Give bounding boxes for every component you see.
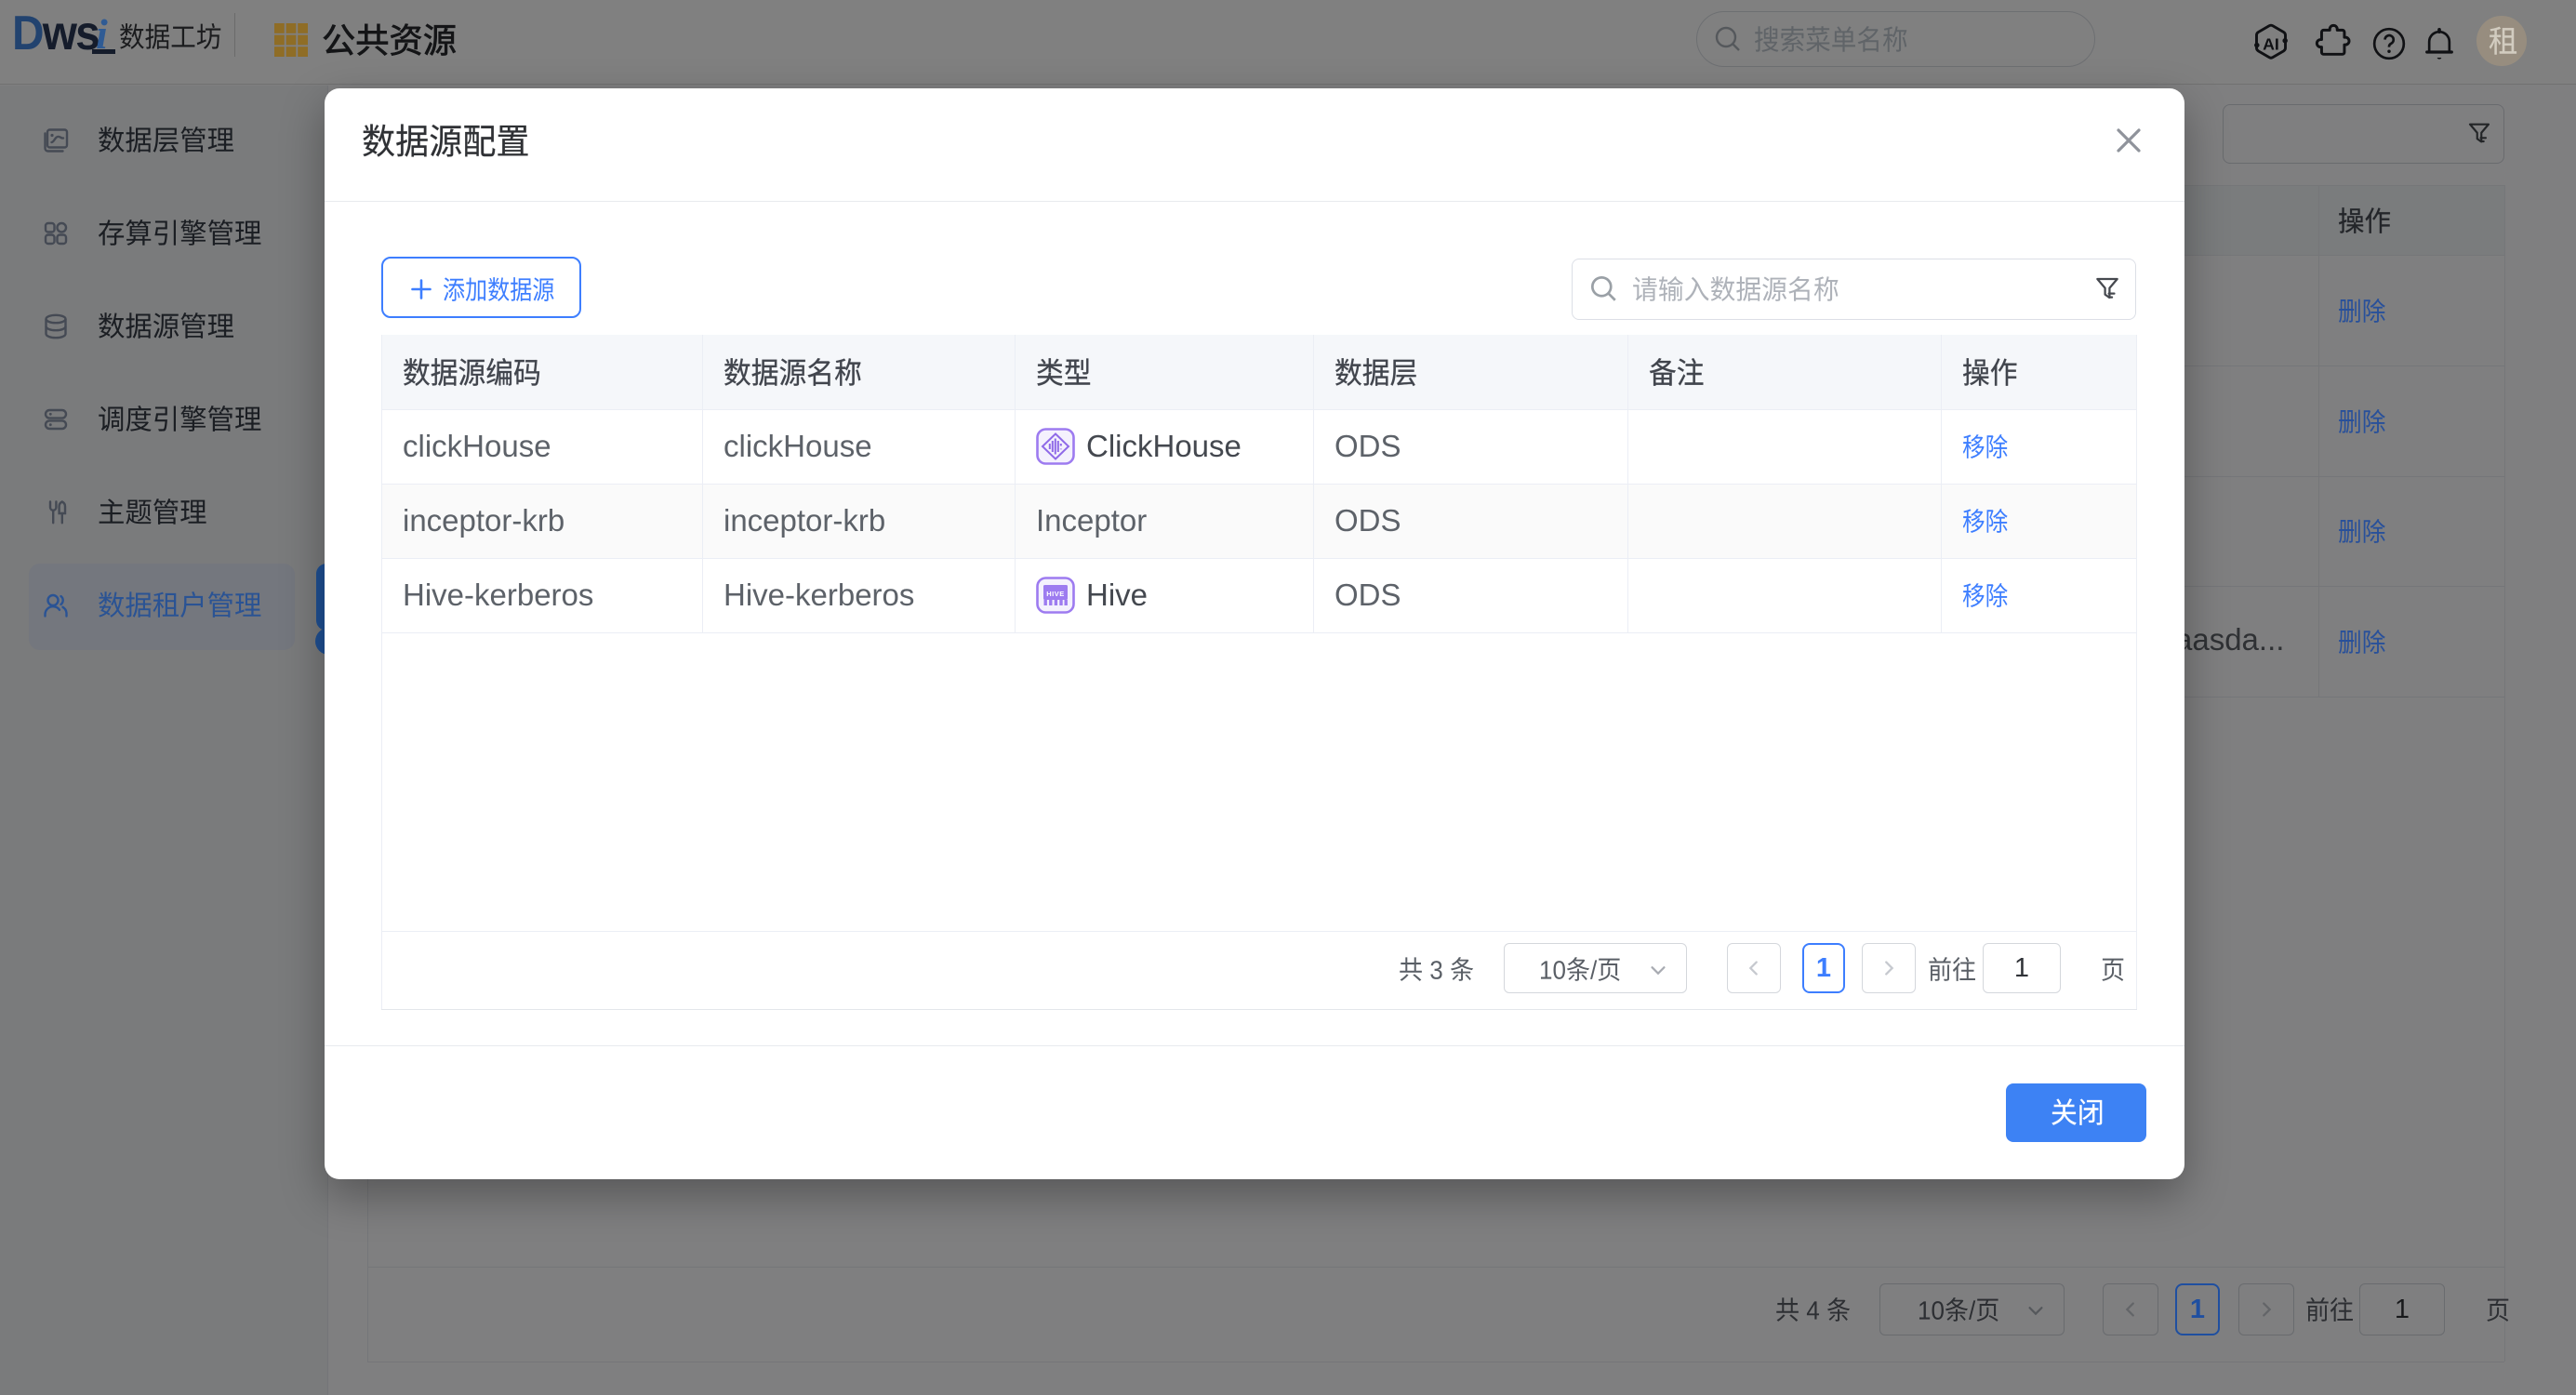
svg-text:HIVE: HIVE (1046, 590, 1065, 598)
